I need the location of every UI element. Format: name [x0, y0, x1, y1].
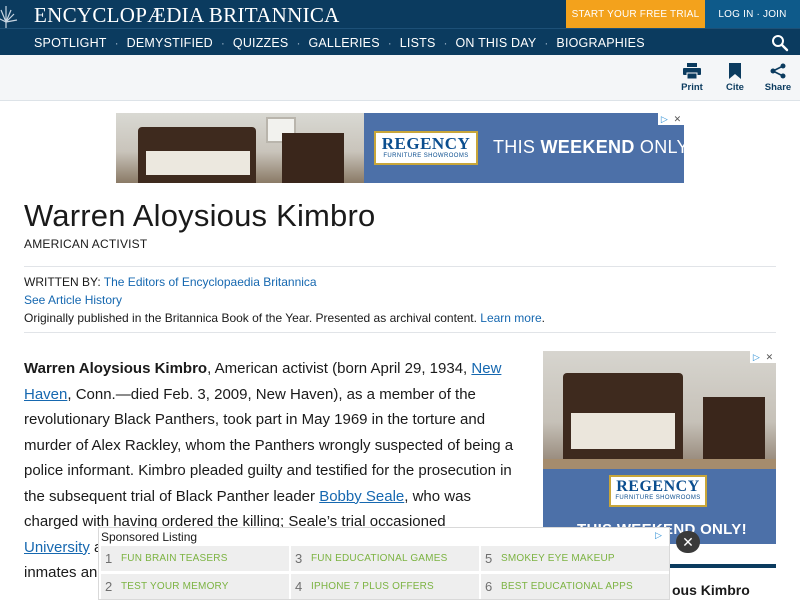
share-button[interactable]: Share	[758, 63, 798, 93]
sponsored-item[interactable]: 1 FUN BRAIN TEASERS	[101, 546, 289, 571]
sponsored-heading: Sponsored Listing	[101, 530, 198, 544]
logo-text: ENCYCLOPÆDIA BRITANNICA	[34, 3, 340, 27]
related-card-title: ous Kimbro	[672, 582, 750, 598]
cite-label: Cite	[726, 82, 744, 93]
sponsored-item[interactable]: 3 FUN EDUCATIONAL GAMES	[291, 546, 479, 571]
free-trial-button[interactable]: START YOUR FREE TRIAL	[566, 0, 705, 28]
cite-button[interactable]: Cite	[715, 63, 755, 93]
adchoices-icon[interactable]: ▷	[655, 530, 669, 542]
learn-more-link[interactable]: Learn more	[480, 311, 541, 325]
nav-separator: ·	[544, 35, 549, 50]
author-line: WRITTEN BY: The Editors of Encyclopaedia…	[24, 275, 317, 289]
printer-icon	[683, 63, 701, 79]
article-subtitle: AMERICAN ACTIVIST	[24, 237, 148, 251]
nav-separator: ·	[296, 35, 301, 50]
archival-note: Originally published in the Britannica B…	[24, 311, 545, 325]
ad-bedroom-image	[116, 113, 364, 183]
ad-tagline: THIS WEEKEND ONLY!	[493, 137, 684, 157]
print-label: Print	[681, 82, 703, 93]
nav-galleries[interactable]: GALLERIES	[308, 36, 379, 50]
ad-bedroom-image	[543, 351, 776, 469]
adchoices-icon[interactable]: ▷ ✕	[750, 351, 776, 363]
divider	[24, 332, 776, 333]
sponsored-item[interactable]: 4 IPHONE 7 PLUS OFFERS	[291, 574, 479, 599]
nav-lists[interactable]: LISTS	[400, 36, 436, 50]
share-label: Share	[764, 82, 792, 93]
page-title: Warren Aloysious Kimbro	[24, 198, 376, 233]
nav-separator: ·	[114, 35, 119, 50]
regency-logo: REGENCY FURNITURE SHOWROOMS	[374, 131, 478, 165]
print-button[interactable]: Print	[672, 63, 712, 93]
nav-separator: ·	[443, 35, 448, 50]
sponsored-item[interactable]: 2 TEST YOUR MEMORY	[101, 574, 289, 599]
nav-demystified[interactable]: DEMYSTIFIED	[127, 36, 213, 50]
nav-spotlight[interactable]: SPOTLIGHT	[34, 36, 107, 50]
adchoices-icon[interactable]: ▷ ✕	[658, 113, 684, 125]
nav-biographies[interactable]: BIOGRAPHIES	[556, 36, 644, 50]
author-link[interactable]: The Editors of Encyclopaedia Britannica	[104, 275, 317, 289]
sponsored-item[interactable]: 5 SMOKEY EYE MAKEUP	[481, 546, 669, 571]
subject-name: Warren Aloysious Kimbro	[24, 360, 208, 377]
main-nav: SPOTLIGHT · DEMYSTIFIED · QUIZZES · GALL…	[0, 28, 800, 55]
regency-logo: REGENCY FURNITURE SHOWROOMS	[609, 475, 707, 507]
article-history-link[interactable]: See Article History	[24, 293, 122, 307]
sidebar-ad[interactable]: REGENCY FURNITURE SHOWROOMS THIS WEEKEND…	[543, 351, 776, 544]
nav-separator: ·	[220, 35, 225, 50]
written-by-label: WRITTEN BY:	[24, 275, 104, 289]
nav-quizzes[interactable]: QUIZZES	[233, 36, 289, 50]
bookmark-icon	[729, 63, 741, 79]
sponsored-listing: Sponsored Listing 1 FUN BRAIN TEASERS 3 FU…	[98, 527, 670, 600]
divider	[24, 266, 776, 267]
nav-separator: ·	[387, 35, 392, 50]
banner-ad[interactable]: REGENCY FURNITURE SHOWROOMS THIS WEEKEND…	[116, 113, 684, 183]
close-button[interactable]: ✕	[676, 531, 700, 553]
share-icon	[770, 63, 786, 79]
university-link[interactable]: University	[24, 539, 90, 556]
sponsored-item[interactable]: 6 BEST EDUCATIONAL APPS	[481, 574, 669, 599]
search-icon[interactable]	[771, 34, 789, 52]
nav-on-this-day[interactable]: ON THIS DAY	[456, 36, 537, 50]
bobby-seale-link[interactable]: Bobby Seale	[319, 488, 404, 505]
top-bar: ENCYCLOPÆDIA BRITANNICA START YOUR FREE …	[0, 0, 800, 50]
login-join-button[interactable]: LOG IN · JOIN	[705, 0, 800, 28]
article-toolbar: Print Cite Share	[0, 55, 800, 101]
